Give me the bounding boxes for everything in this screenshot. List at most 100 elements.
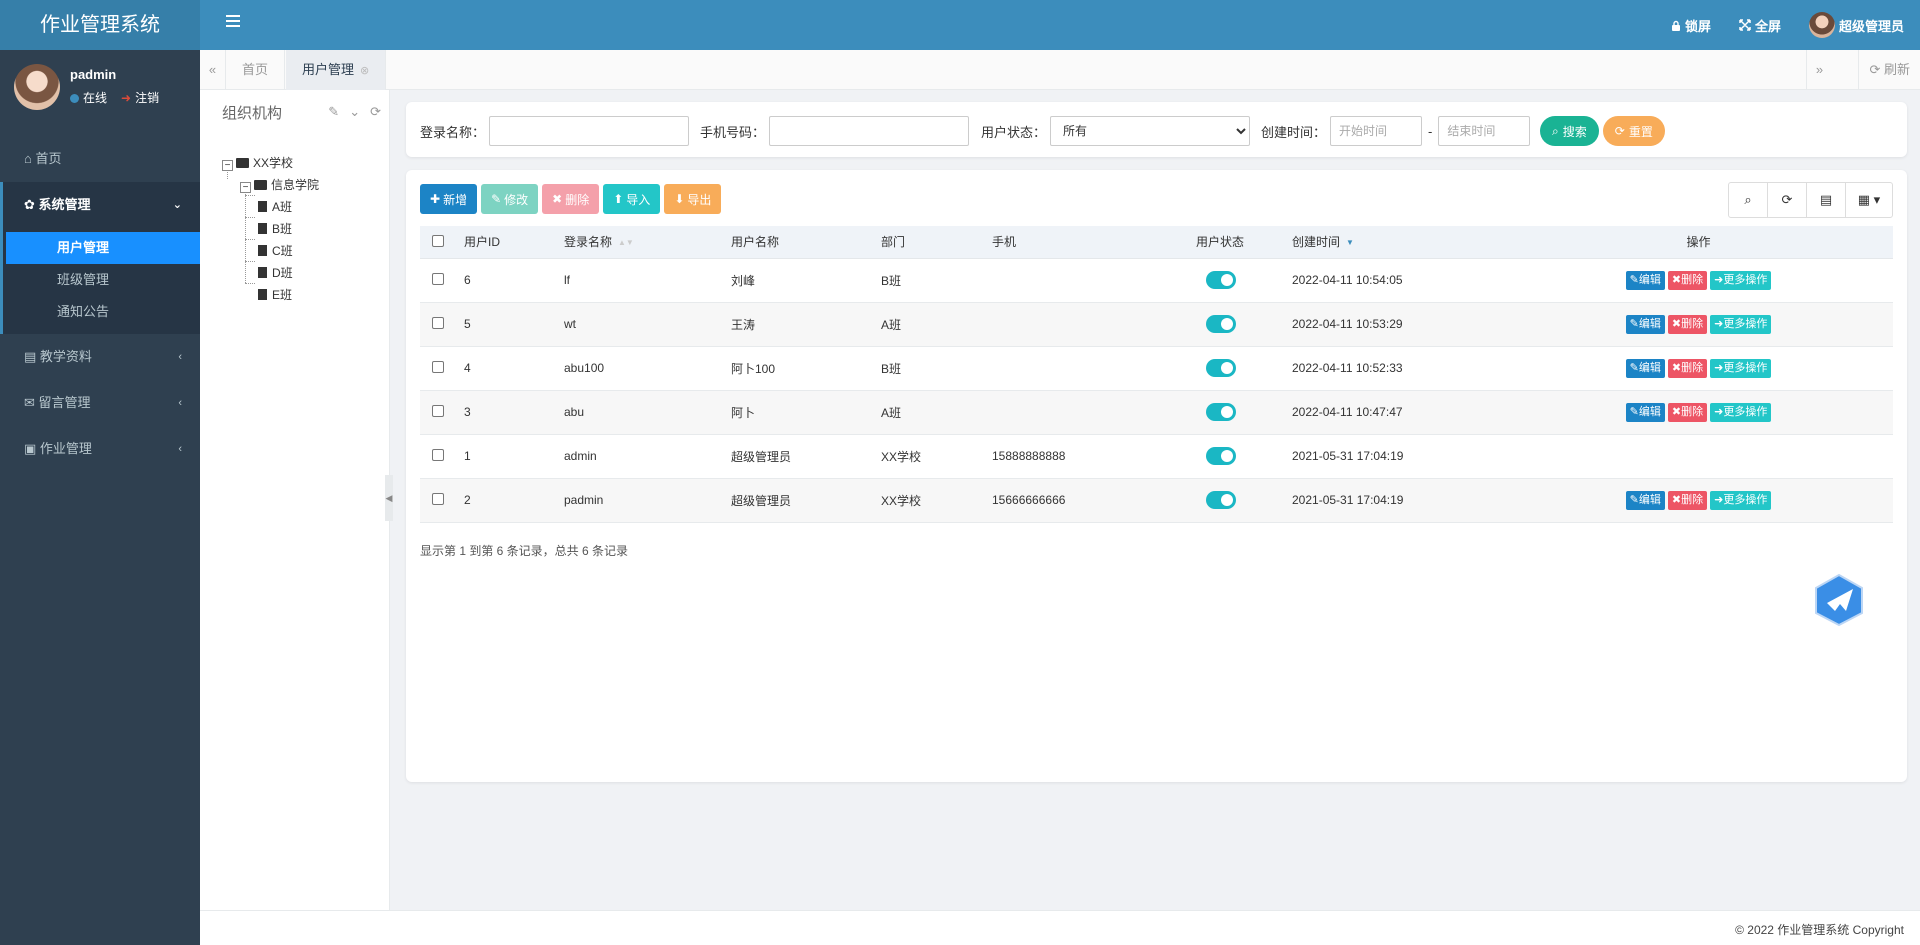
start-time-input[interactable] (1330, 116, 1423, 146)
row-delete-button[interactable]: ✖删除 (1667, 402, 1708, 422)
refresh-tab-button[interactable]: ⟳ 刷新 (1858, 50, 1920, 90)
lock-icon (1671, 20, 1680, 31)
col-phone[interactable]: 手机 (984, 226, 1188, 259)
tabs-scroll-left-icon[interactable]: « (200, 50, 226, 90)
row-checkbox[interactable] (432, 405, 444, 417)
export-button[interactable]: ⬇ 导出 (664, 184, 722, 214)
row-edit-button[interactable]: ✎编辑 (1625, 270, 1665, 290)
bird-logo-icon[interactable] (1813, 573, 1865, 627)
columns-grid-icon[interactable]: ▦ ▾ (1846, 183, 1892, 217)
status-toggle[interactable] (1206, 491, 1236, 509)
sidebar-item-messages[interactable]: ✉ 留言管理 ‹ (0, 380, 200, 426)
row-checkbox[interactable] (432, 449, 444, 461)
row-delete-button[interactable]: ✖删除 (1667, 270, 1708, 290)
row-checkbox[interactable] (432, 273, 444, 285)
row-more-button[interactable]: ➜更多操作 (1710, 358, 1772, 378)
refresh-icon[interactable]: ⟳ (370, 104, 381, 120)
add-button[interactable]: ✚ 新增 (420, 184, 478, 214)
status-cell (1188, 258, 1284, 303)
upload-icon: ⬆ (613, 192, 624, 206)
fullscreen-button[interactable]: 全屏 (1739, 16, 1781, 35)
tab-home[interactable]: 首页 (226, 50, 286, 90)
card-view-icon[interactable]: ▤ (1807, 183, 1846, 217)
col-dept[interactable]: 部门 (873, 226, 984, 259)
status-cell (1188, 478, 1284, 523)
col-status[interactable]: 用户状态 (1188, 226, 1284, 259)
search-toggle-icon[interactable]: ⌕ (1729, 183, 1768, 217)
sidebar-item-homework[interactable]: ▣ 作业管理 ‹ (0, 426, 200, 472)
col-login-name[interactable]: 登录名称 ▲▼ (556, 226, 723, 259)
status-label: 用户状态： (981, 124, 1047, 140)
panel-collapse-handle[interactable]: ◀ (385, 475, 393, 521)
tabs-scroll-right-icon[interactable]: » (1806, 50, 1832, 90)
lock-screen-button[interactable]: 锁屏 (1671, 16, 1711, 35)
user-name-cell: 刘峰 (723, 258, 873, 303)
user-menu[interactable]: 超级管理员 (1808, 12, 1904, 38)
sidebar-item-users[interactable]: 用户管理 (6, 232, 200, 264)
import-button[interactable]: ⬆ 导入 (603, 184, 661, 214)
row-edit-button[interactable]: ✎编辑 (1625, 402, 1665, 422)
tree-node-class[interactable]: C班 (222, 240, 319, 262)
row-select-cell (420, 390, 456, 435)
table-row[interactable]: 5 wt 王涛 A班 2022-04-11 10:53:29 ✎编辑 ✖删除 ➜更多操作 (420, 302, 1893, 347)
status-select[interactable]: 所有 (1050, 116, 1251, 146)
reset-button[interactable]: ⟳ 重置 (1602, 116, 1665, 146)
chevron-down-icon[interactable]: ⌄ (349, 104, 360, 120)
col-created[interactable]: 创建时间 ▼ (1284, 226, 1504, 259)
end-time-input[interactable] (1438, 116, 1531, 146)
table-row[interactable]: 6 lf 刘峰 B班 2022-04-11 10:54:05 ✎编辑 ✖删除 ➜更多操作 (420, 258, 1893, 303)
sidebar-item-notices[interactable]: 通知公告 (3, 296, 200, 328)
search-button[interactable]: ⌕ 搜索 (1540, 116, 1599, 146)
row-delete-button[interactable]: ✖删除 (1667, 358, 1708, 378)
status-toggle[interactable] (1206, 359, 1236, 377)
sidebar-item-classes[interactable]: 班级管理 (3, 264, 200, 296)
tree-node-root[interactable]: − XX学校 (222, 152, 319, 174)
delete-button[interactable]: ✖ 删除 (542, 184, 600, 214)
logout-link[interactable]: ➜ 注销 (121, 89, 159, 106)
sidebar-toggle-icon[interactable] (226, 15, 240, 29)
row-more-button[interactable]: ➜更多操作 (1710, 490, 1772, 510)
collapse-icon[interactable]: − (240, 182, 251, 193)
row-edit-button[interactable]: ✎编辑 (1625, 490, 1665, 510)
status-toggle[interactable] (1206, 403, 1236, 421)
row-edit-button[interactable]: ✎编辑 (1625, 358, 1665, 378)
row-more-button[interactable]: ➜更多操作 (1710, 402, 1772, 422)
login-name-input[interactable] (489, 116, 690, 146)
row-more-button[interactable]: ➜更多操作 (1710, 270, 1772, 290)
table-row[interactable]: 3 abu 阿卜 A班 2022-04-11 10:47:47 ✎编辑 ✖删除 ➜更多操作 (420, 390, 1893, 435)
edit-icon[interactable]: ✎ (328, 104, 339, 120)
row-checkbox[interactable] (432, 361, 444, 373)
row-checkbox[interactable] (432, 493, 444, 505)
tree-node-college[interactable]: − 信息学院 (222, 174, 319, 196)
col-user-name[interactable]: 用户名称 (723, 226, 873, 259)
select-all-checkbox[interactable] (432, 234, 444, 247)
table-row[interactable]: 4 abu100 阿卜100 B班 2022-04-11 10:52:33 ✎编辑 ✖删除 ➜… (420, 346, 1893, 391)
tree-node-class[interactable]: E班 (222, 284, 319, 306)
table-row[interactable]: 2 padmin 超级管理员 XX学校 15666666666 2021-05-31 17… (420, 478, 1893, 523)
row-more-button[interactable]: ➜更多操作 (1710, 314, 1772, 334)
sidebar-item-system[interactable]: ✿ 系统管理 ⌄ (0, 182, 200, 228)
row-delete-button[interactable]: ✖删除 (1667, 314, 1708, 334)
sidebar-item-home[interactable]: ⌂ 首页 (0, 136, 200, 182)
sidebar-item-teaching[interactable]: ▤ 教学资料 ‹ (0, 334, 200, 380)
collapse-icon[interactable]: − (222, 160, 233, 171)
status-toggle[interactable] (1206, 271, 1236, 289)
status-toggle[interactable] (1206, 447, 1236, 465)
phone-input[interactable] (769, 116, 970, 146)
row-delete-button[interactable]: ✖删除 (1667, 490, 1708, 510)
row-select-cell (420, 478, 456, 523)
table-row[interactable]: 1 admin 超级管理员 XX学校 15888888888 2021-05-31 17:… (420, 434, 1893, 479)
refresh-icon[interactable]: ⟳ (1768, 183, 1807, 217)
tree-node-class[interactable]: A班 (222, 196, 319, 218)
row-edit-button[interactable]: ✎编辑 (1625, 314, 1665, 334)
row-checkbox[interactable] (432, 317, 444, 329)
col-user-id[interactable]: 用户ID (456, 226, 556, 259)
tree-node-class[interactable]: B班 (222, 218, 319, 240)
status-toggle[interactable] (1206, 315, 1236, 333)
close-tab-icon[interactable]: ⊗ (360, 65, 369, 77)
edit-button[interactable]: ✎ 修改 (481, 184, 539, 214)
tab-users[interactable]: 用户管理 ⊗ (286, 50, 387, 90)
tree-node-class[interactable]: D班 (222, 262, 319, 284)
app-title[interactable]: 作业管理系统 (0, 0, 200, 50)
table-body: 6 lf 刘峰 B班 2022-04-11 10:54:05 ✎编辑 ✖删除 ➜更多操作 5 wt… (420, 258, 1893, 523)
